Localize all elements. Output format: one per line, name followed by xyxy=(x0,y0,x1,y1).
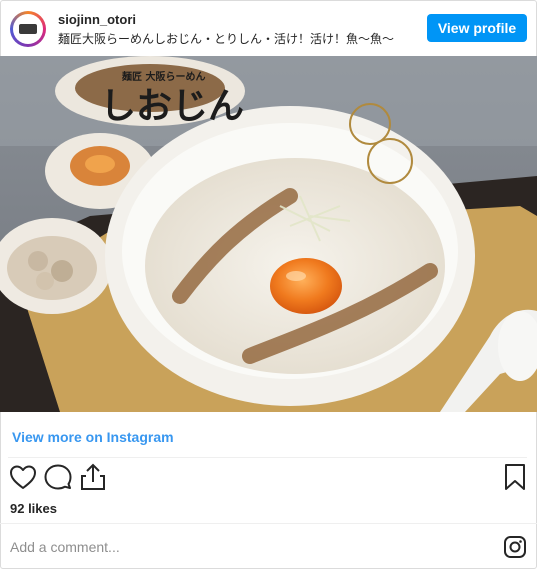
divider xyxy=(8,457,527,458)
egg-yolk xyxy=(270,258,342,314)
avatar-inner xyxy=(13,14,43,44)
view-profile-button[interactable]: View profile xyxy=(427,14,527,42)
heart-icon[interactable] xyxy=(8,462,38,492)
comment-icon[interactable] xyxy=(43,462,73,492)
svg-text:麺匠 大阪らーめん: 麺匠 大阪らーめん xyxy=(121,70,205,83)
username[interactable]: siojinn_otori xyxy=(58,12,136,27)
avatar[interactable] xyxy=(10,11,46,47)
post-header: siojinn_otori 麺匠大阪らーめんしおじん・とりしん・活け！活け！魚～… xyxy=(0,0,537,56)
profile-caption: 麺匠大阪らーめんしおじん・とりしん・活け！活け！魚～魚～ xyxy=(58,32,395,46)
view-more-link[interactable]: View more on Instagram xyxy=(12,429,174,445)
likes-count[interactable]: 92 likes xyxy=(10,501,57,516)
share-icon[interactable] xyxy=(78,462,108,492)
ramen-photo: しおじん 麺匠 大阪らーめん xyxy=(0,56,537,412)
action-bar xyxy=(0,462,537,498)
instagram-icon[interactable] xyxy=(503,535,527,559)
divider xyxy=(0,523,537,524)
bookmark-icon[interactable] xyxy=(500,462,530,492)
avatar-logo xyxy=(19,24,37,34)
comment-input[interactable] xyxy=(10,537,480,557)
svg-text:しおじん: しおじん xyxy=(100,85,244,127)
post-image[interactable]: しおじん 麺匠 大阪らーめん xyxy=(0,56,537,412)
